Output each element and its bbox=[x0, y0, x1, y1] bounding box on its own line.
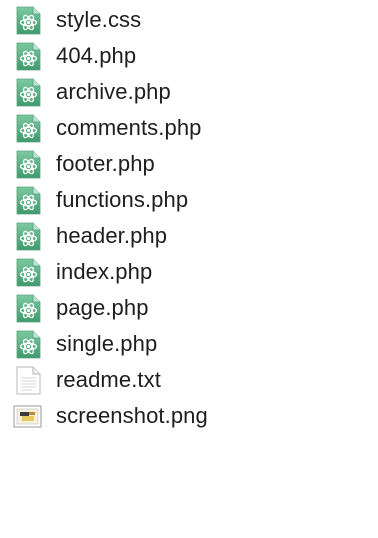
file-item-style-css[interactable]: style.css bbox=[0, 2, 378, 38]
file-name: functions.php bbox=[56, 187, 189, 212]
file-list: style.css 404.php archive.php comments.p… bbox=[0, 2, 378, 434]
file-item-header-php[interactable]: header.php bbox=[0, 218, 378, 254]
atom-file-icon bbox=[16, 78, 41, 107]
atom-file-icon bbox=[16, 150, 41, 179]
file-item-footer-php[interactable]: footer.php bbox=[0, 146, 378, 182]
atom-file-icon bbox=[16, 330, 41, 359]
file-name: page.php bbox=[56, 295, 149, 320]
atom-file-icon bbox=[16, 42, 41, 71]
image-file-icon bbox=[13, 404, 42, 433]
file-name: style.css bbox=[56, 7, 142, 32]
file-item-readme-txt[interactable]: readme.txt bbox=[0, 362, 378, 398]
file-name: archive.php bbox=[56, 79, 171, 104]
file-name: footer.php bbox=[56, 151, 155, 176]
file-name: screenshot.png bbox=[56, 403, 208, 428]
file-name: header.php bbox=[56, 223, 168, 248]
file-item-404-php[interactable]: 404.php bbox=[0, 38, 378, 74]
file-item-index-php[interactable]: index.php bbox=[0, 254, 378, 290]
file-item-comments-php[interactable]: comments.php bbox=[0, 110, 378, 146]
file-name: 404.php bbox=[56, 43, 137, 68]
file-item-screenshot-png[interactable]: screenshot.png bbox=[0, 398, 378, 434]
file-name: readme.txt bbox=[56, 367, 161, 392]
atom-file-icon bbox=[16, 294, 41, 323]
file-name: index.php bbox=[56, 259, 153, 284]
file-item-archive-php[interactable]: archive.php bbox=[0, 74, 378, 110]
file-item-single-php[interactable]: single.php bbox=[0, 326, 378, 362]
atom-file-icon bbox=[16, 258, 41, 287]
atom-file-icon bbox=[16, 222, 41, 251]
atom-file-icon bbox=[16, 6, 41, 35]
atom-file-icon bbox=[16, 186, 41, 215]
file-item-functions-php[interactable]: functions.php bbox=[0, 182, 378, 218]
text-file-icon bbox=[16, 366, 41, 395]
file-name: single.php bbox=[56, 331, 158, 356]
file-item-page-php[interactable]: page.php bbox=[0, 290, 378, 326]
file-name: comments.php bbox=[56, 115, 202, 140]
atom-file-icon bbox=[16, 114, 41, 143]
